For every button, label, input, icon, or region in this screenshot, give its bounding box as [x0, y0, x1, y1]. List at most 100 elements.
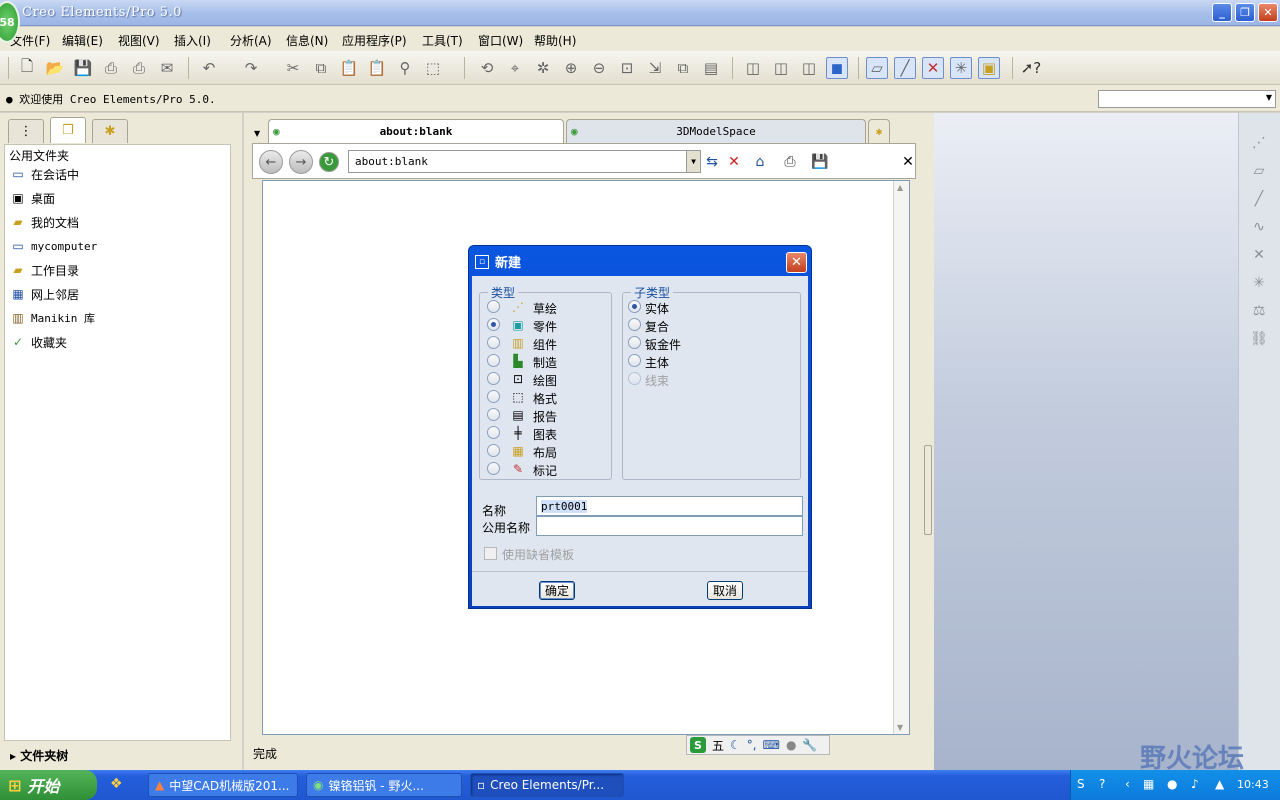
dialog-close-button[interactable]: ✕ — [786, 252, 807, 273]
save-icon[interactable]: 💾 — [809, 151, 831, 173]
address-bar[interactable]: about:blank ▼ — [348, 150, 701, 173]
model-tree-tab[interactable]: ⋮ — [8, 119, 44, 143]
redo-icon[interactable]: ↷ — [240, 57, 262, 79]
print-icon[interactable]: ⎙ — [100, 57, 122, 79]
curve-tool-icon[interactable]: ∿ — [1249, 217, 1269, 237]
close-button[interactable]: ✕ — [1258, 3, 1278, 22]
nav-item-network[interactable]: ▦ 网上邻居 — [11, 284, 79, 304]
repaint-icon[interactable]: ⟲ — [476, 57, 498, 79]
forward-arrow-icon[interactable]: → — [289, 150, 313, 174]
zoom-in-icon[interactable]: ⊕ — [560, 57, 582, 79]
nav-item-manikin[interactable]: ▥ Manikin 库 — [11, 308, 95, 328]
zoom-out-icon[interactable]: ⊖ — [588, 57, 610, 79]
network-tray-icon[interactable]: ▦ — [1143, 777, 1154, 791]
orient-icon[interactable]: ⌖ — [504, 57, 526, 79]
copy-icon[interactable]: ⧉ — [310, 57, 332, 79]
analysis-tool-icon[interactable]: ⚖ — [1249, 301, 1269, 321]
type-radio-report[interactable] — [487, 408, 500, 421]
link-tool-icon[interactable]: ⛓ — [1249, 329, 1269, 349]
type-radio-drawing[interactable] — [487, 372, 500, 385]
keyboard-icon[interactable]: ⌨ — [763, 738, 780, 752]
moon-icon[interactable]: ☾ — [730, 738, 741, 752]
saved-views-icon[interactable]: ⧉ — [672, 57, 694, 79]
tab-menu-icon[interactable]: ▼ — [254, 129, 260, 138]
start-button[interactable]: ⊞ 开始 — [0, 770, 97, 800]
help-tray-icon[interactable]: ? — [1099, 777, 1105, 791]
name-input[interactable]: prt0001 — [536, 496, 803, 516]
menu-analysis[interactable]: 分析(A) — [230, 32, 272, 49]
punctuation-icon[interactable]: °, — [747, 738, 757, 752]
subtype-radio-composite[interactable] — [628, 318, 641, 331]
spin-center-icon[interactable]: ✲ — [532, 57, 554, 79]
menu-view[interactable]: 视图(V) — [118, 32, 160, 49]
default-template-checkbox[interactable] — [484, 547, 497, 560]
point-tool-icon[interactable]: ✕ — [1249, 245, 1269, 265]
type-radio-assembly[interactable] — [487, 336, 500, 349]
undo-icon[interactable]: ↶ — [198, 57, 220, 79]
datum-points-icon[interactable]: ✕ — [922, 57, 944, 79]
type-radio-part[interactable] — [487, 318, 500, 331]
user-icon[interactable]: ● — [786, 738, 796, 752]
context-help-icon[interactable]: ➚? — [1020, 57, 1042, 79]
menu-edit[interactable]: 编辑(E) — [62, 32, 103, 49]
datum-axes-icon[interactable]: ╱ — [894, 57, 916, 79]
nav-item-mycomputer[interactable]: ▭ mycomputer — [11, 236, 97, 256]
quicklaunch-icon[interactable]: ❖ — [110, 776, 123, 792]
ok-button[interactable]: 确定 — [539, 581, 575, 600]
cancel-button[interactable]: 取消 — [707, 581, 743, 600]
paste-special-icon[interactable]: 📋 — [366, 57, 388, 79]
paste-icon[interactable]: 📋 — [338, 57, 360, 79]
plane-tool-icon[interactable]: ▱ — [1249, 161, 1269, 181]
datum-planes-icon[interactable]: ▱ — [866, 57, 888, 79]
chevron-down-icon[interactable]: ▼ — [686, 151, 700, 172]
tray-arrow-icon[interactable]: ‹ — [1125, 777, 1130, 791]
minimize-button[interactable]: _ — [1212, 3, 1232, 22]
volume-tray-icon[interactable]: ♪ — [1191, 777, 1199, 791]
datum-plane-tool-icon[interactable]: ⋰ — [1249, 133, 1269, 153]
menu-applications[interactable]: 应用程序(P) — [342, 32, 407, 49]
sogou-logo-icon[interactable]: S — [690, 737, 706, 753]
hidden-line-icon[interactable]: ◫ — [770, 57, 792, 79]
type-radio-manufacturing[interactable] — [487, 354, 500, 367]
menu-window[interactable]: 窗口(W) — [478, 32, 523, 49]
back-arrow-icon[interactable]: ← — [259, 150, 283, 174]
tab-3dmodelspace[interactable]: ◉ 3DModelSpace — [566, 119, 866, 143]
type-radio-diagram[interactable] — [487, 426, 500, 439]
email-icon[interactable]: ✉ — [156, 57, 178, 79]
tab-about-blank[interactable]: ◉ about:blank — [268, 119, 564, 143]
folder-tree-toggle[interactable]: ▸ 文件夹树 — [10, 747, 68, 764]
chat-tray-icon[interactable]: ● — [1167, 777, 1177, 791]
axis-tool-icon[interactable]: ╱ — [1249, 189, 1269, 209]
nav-item-documents[interactable]: ▰ 我的文档 — [11, 212, 79, 232]
refit-icon[interactable]: ⊡ — [616, 57, 638, 79]
print-preview-icon[interactable]: ⎙ — [128, 57, 150, 79]
sogou-tray-icon[interactable]: S — [1077, 777, 1085, 791]
close-browser-icon[interactable]: ✕ — [897, 151, 919, 173]
new-file-icon[interactable]: 🗋 — [16, 57, 38, 79]
menu-info[interactable]: 信息(N) — [286, 32, 328, 49]
go-icon[interactable]: ⇆ — [701, 151, 723, 173]
ime-mode[interactable]: 五 — [712, 737, 724, 754]
menu-tools[interactable]: 工具(T) — [422, 32, 463, 49]
type-radio-layout[interactable] — [487, 444, 500, 457]
stop-icon[interactable]: ✕ — [723, 151, 745, 173]
nav-item-favorites[interactable]: ✓ 收藏夹 — [11, 332, 67, 352]
no-hidden-icon[interactable]: ◫ — [798, 57, 820, 79]
menu-insert[interactable]: 插入(I) — [174, 32, 211, 49]
type-radio-markup[interactable] — [487, 462, 500, 475]
nav-item-session[interactable]: ▭ 在会话中 — [11, 164, 79, 184]
type-radio-sketch[interactable] — [487, 300, 500, 313]
refresh-globe-icon[interactable]: ↻ — [319, 152, 339, 172]
subtype-radio-bulk[interactable] — [628, 354, 641, 367]
reorient-icon[interactable]: ⇲ — [644, 57, 666, 79]
nav-item-working-directory[interactable]: ▰ 工作目录 — [11, 260, 79, 280]
type-radio-format[interactable] — [487, 390, 500, 403]
save-icon[interactable]: 💾 — [72, 57, 94, 79]
splitter-handle[interactable] — [924, 445, 932, 535]
menu-help[interactable]: 帮助(H) — [534, 32, 576, 49]
layers-icon[interactable]: ▤ — [700, 57, 722, 79]
vertical-scrollbar[interactable]: ▲ ▼ — [893, 181, 909, 734]
wrench-icon[interactable]: 🔧 — [802, 738, 817, 752]
annotations-icon[interactable]: ▣ — [978, 57, 1000, 79]
subtype-radio-sheetmetal[interactable] — [628, 336, 641, 349]
